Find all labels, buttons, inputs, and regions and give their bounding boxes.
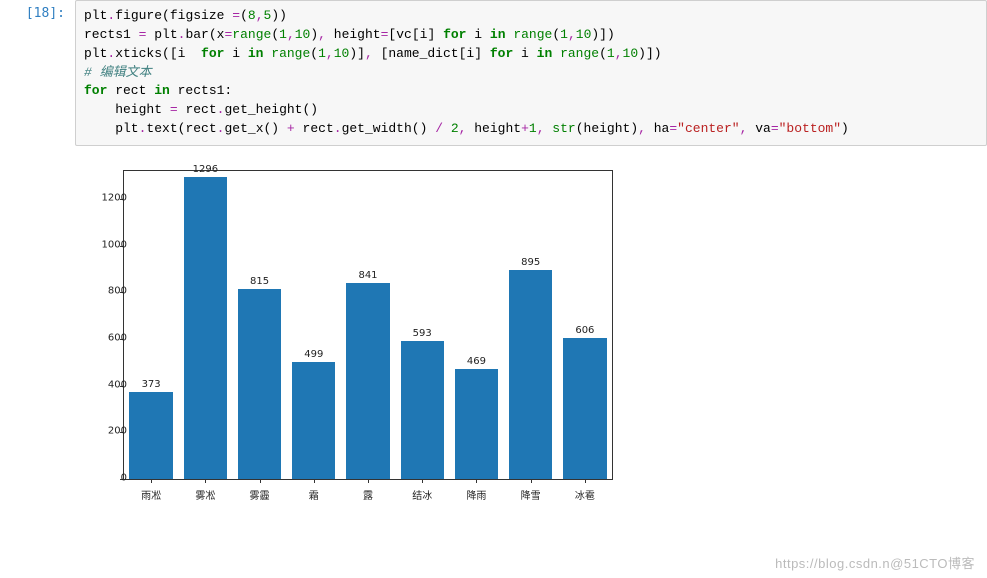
bar-value-label: 895: [521, 257, 540, 268]
chart-bar: [455, 369, 498, 478]
y-tick-label: 400: [108, 379, 127, 390]
bar-value-label: 469: [467, 356, 486, 367]
x-tick: [476, 479, 477, 483]
y-tick-label: 600: [108, 332, 127, 343]
chart-bar: [184, 177, 227, 479]
x-tick: [205, 479, 206, 483]
cell-output: 373 雨凇 1296 雾凇 815 雾霾 499 霜 841 露 593 结冰 469 降雨 895 降雪 6…: [65, 160, 987, 518]
cell-prompt: [18]:: [0, 0, 75, 146]
x-tick-label: 结冰: [412, 487, 432, 502]
y-tick-label: 800: [108, 286, 127, 297]
x-tick: [368, 479, 369, 483]
bar-chart: 373 雨凇 1296 雾凇 815 雾霾 499 霜 841 露 593 结冰 469 降雨 895 降雪 6…: [65, 160, 625, 518]
x-tick: [585, 479, 586, 483]
chart-bar: [292, 362, 335, 478]
bar-value-label: 815: [250, 276, 269, 287]
x-tick: [422, 479, 423, 483]
chart-bar: [129, 392, 172, 479]
chart-bar: [563, 338, 606, 479]
x-tick-label: 雾霾: [250, 487, 270, 502]
x-tick-label: 降雨: [466, 487, 486, 502]
chart-bar: [401, 341, 444, 479]
y-tick-label: 0: [121, 472, 127, 483]
x-tick-label: 降雪: [521, 487, 541, 502]
x-tick-label: 露: [363, 487, 373, 502]
x-tick-label: 雨凇: [141, 487, 161, 502]
x-tick: [531, 479, 532, 483]
plot-area: 373雨凇1296雾凇815雾霾499霜841露593结冰469降雨895降雪6…: [123, 170, 613, 480]
notebook-cell: [18]: plt.figure(figsize =(8,5)) rects1 …: [0, 0, 987, 146]
bar-value-label: 373: [142, 379, 161, 390]
x-tick-label: 霜: [309, 487, 319, 502]
code-input[interactable]: plt.figure(figsize =(8,5)) rects1 = plt.…: [75, 0, 987, 146]
watermark-text: https://blog.csdn.n@51CTO博客: [775, 553, 975, 572]
y-tick-label: 1200: [102, 192, 127, 203]
bar-value-label: 1296: [193, 164, 218, 175]
bar-value-label: 606: [575, 325, 594, 336]
x-tick: [314, 479, 315, 483]
chart-bar: [238, 289, 281, 479]
x-tick: [260, 479, 261, 483]
chart-bar: [346, 283, 389, 479]
bar-value-label: 593: [413, 328, 432, 339]
x-tick-label: 冰雹: [575, 487, 595, 502]
x-tick-label: 雾凇: [195, 487, 215, 502]
chart-bar: [509, 270, 552, 479]
bar-value-label: 841: [358, 270, 377, 281]
x-tick: [151, 479, 152, 483]
bar-value-label: 499: [304, 349, 323, 360]
y-tick-label: 200: [108, 426, 127, 437]
y-tick-label: 1000: [102, 239, 127, 250]
